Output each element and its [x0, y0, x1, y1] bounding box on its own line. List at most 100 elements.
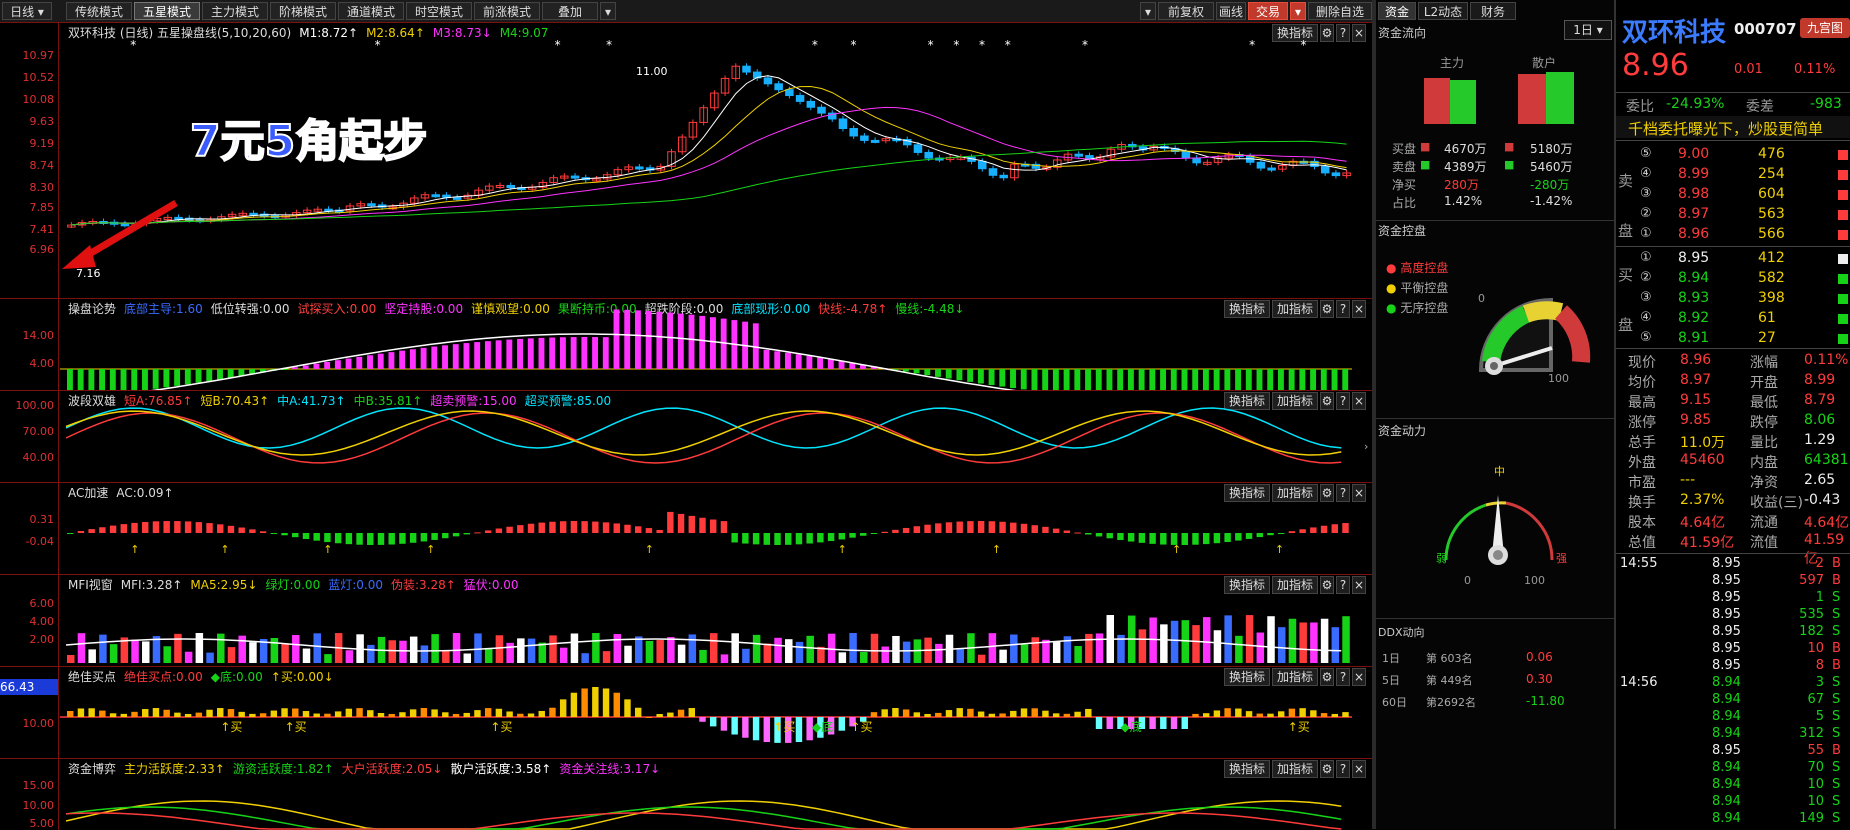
nine-grid-button[interactable]: 九宫图	[1800, 18, 1850, 38]
trade-dropdown-icon[interactable]: ▾	[1290, 2, 1306, 20]
indicator-bar	[377, 353, 384, 369]
indicator-bar	[217, 524, 224, 533]
indicator-bar	[109, 525, 117, 533]
indicator-bar	[924, 369, 931, 376]
indicator-bar	[195, 369, 202, 383]
indicator-bar	[163, 521, 170, 533]
indicator-bar	[956, 369, 963, 381]
tab-l2[interactable]: L2动态	[1418, 2, 1468, 20]
mode-rally[interactable]: 前涨模式	[474, 2, 540, 20]
indicator-bar	[431, 709, 438, 717]
stat-value: 1.29	[1804, 432, 1836, 448]
tick-price: 8.95	[1712, 624, 1741, 639]
indicator-bar	[1138, 629, 1147, 663]
flow-retail-value: 5180万	[1530, 142, 1573, 156]
mode-traditional[interactable]: 传统模式	[66, 2, 132, 20]
indicator-bar	[1031, 708, 1038, 717]
chart-toolbar: 日线 ▾ 传统模式 五星模式 主力模式 阶梯模式 通道模式 时空模式 前涨模式 …	[0, 0, 1376, 23]
indicator-bar	[645, 717, 653, 718]
overlay-dropdown-icon[interactable]: ▾	[600, 2, 616, 20]
indicator-bar	[484, 647, 493, 663]
indicator-bar	[645, 311, 652, 369]
indicator-bar	[634, 526, 642, 533]
stat-label: 涨幅	[1750, 355, 1778, 371]
candle	[120, 223, 130, 227]
collapse-arrow-icon[interactable]: ›	[1364, 440, 1372, 460]
remove-watchlist-button[interactable]: 删除自选	[1308, 2, 1372, 20]
indicator-bar	[109, 369, 116, 391]
indicator-bar	[570, 633, 579, 663]
tab-finance[interactable]: 财务	[1470, 2, 1516, 20]
indicator-bar	[195, 522, 203, 533]
bid-volume: 27	[1758, 330, 1776, 346]
indicator-bar	[1310, 369, 1317, 391]
indicator-bar	[870, 712, 878, 717]
ac-panel[interactable]: AC加速 AC:0.09↑ 换指标 加指标 ⚙? × 0.31 -0.04 ↑ ↑ ↑ ↑ ↑ ↑ ↑…	[0, 482, 1372, 575]
indicator-bar	[270, 637, 279, 663]
trend-panel[interactable]: 操盘论势 底部主导:1.60 低位转强:0.00 试探买入:0.00 坚定持股:0.00…	[0, 298, 1372, 391]
indicator-bar	[1245, 615, 1254, 663]
indicator-bar	[1160, 369, 1166, 391]
indicator-bar	[977, 521, 985, 533]
period-select[interactable]: 日线 ▾	[2, 2, 52, 20]
tab-fund[interactable]: 资金	[1378, 2, 1416, 20]
kline-panel[interactable]: 双环科技 (日线) 五星操盘线(5,10,20,60) M1:8.72↑ M2:8.…	[0, 22, 1372, 299]
mode-ladder[interactable]: 阶梯模式	[270, 2, 336, 20]
indicator-bar	[324, 533, 331, 543]
star-marker: *	[375, 38, 381, 52]
stat-value: 2.37%	[1680, 492, 1725, 508]
mode-channel[interactable]: 通道模式	[338, 2, 404, 20]
period-dropdown[interactable]: 1日 ▾	[1564, 20, 1612, 40]
candle	[506, 184, 515, 189]
high-price-label: 11.00	[636, 65, 668, 78]
buy-point-panel[interactable]: 绝佳买点 绝佳买点:0.00 ◆底:0.00 ↑买:0.00↓ 换指标 加指标 ⚙? × 1…	[0, 666, 1372, 759]
tick-price: 8.95	[1712, 658, 1741, 673]
stock-code: 000707	[1734, 20, 1797, 38]
indicator-bar	[345, 650, 354, 663]
mfi-panel[interactable]: MFI视窗 MFI:3.28↑ MA5:2.95↓ 绿灯:0.00 蓝灯:0.00 伪装:…	[0, 574, 1372, 667]
sell-side-label: 卖盘	[1618, 172, 1634, 240]
adjust-button[interactable]: 前复权	[1158, 2, 1214, 20]
overlay-button[interactable]: 叠加	[542, 2, 598, 20]
indicator-bar	[1320, 369, 1327, 391]
price-change: 0.01	[1734, 62, 1763, 77]
indicator-bar	[1331, 369, 1338, 391]
bid-level: ⑤	[1640, 330, 1652, 345]
indicator-bar	[902, 641, 911, 663]
promo-banner[interactable]: 千档委托曝光下，炒股更简单	[1628, 118, 1823, 139]
indicator-bar	[206, 369, 213, 382]
dropdown-icon[interactable]: ▾	[1140, 2, 1156, 20]
signal-marker: ↑	[645, 543, 654, 556]
signal-marker: ↑	[323, 543, 332, 556]
swing-panel[interactable]: 波段双雄 短A:76.85↑ 短B:70.43↑ 中A:41.73↑ 中B:35.81↑…	[0, 390, 1372, 483]
indicator-bar	[956, 649, 964, 663]
indicator-bar	[913, 369, 920, 374]
indicator-bar	[1224, 533, 1231, 543]
indicator-bar	[1095, 369, 1102, 391]
indicator-bar	[377, 533, 385, 545]
mode-five-star[interactable]: 五星模式	[134, 2, 200, 20]
mode-spacetime[interactable]: 时空模式	[406, 2, 472, 20]
indicator-bar	[442, 533, 449, 539]
ask-bar	[1838, 170, 1848, 180]
candle	[978, 160, 987, 170]
flow-retail-value: -1.42%	[1530, 194, 1573, 208]
indicator-bar	[1031, 369, 1038, 391]
mode-main-force[interactable]: 主力模式	[202, 2, 268, 20]
draw-line-button[interactable]: 画线	[1216, 2, 1246, 20]
indicator-bar	[302, 533, 310, 540]
stat-value: 4.64亿	[1680, 515, 1726, 531]
indicator-bar	[1020, 708, 1028, 717]
ask-price: 9.00	[1678, 146, 1710, 162]
capital-game-panel[interactable]: 资金博弈 主力活跃度:2.33↑ 游资活跃度:1.82↑ 大户活跃度:2.05↓ 散户活…	[0, 758, 1372, 830]
ask-price: 8.96	[1678, 226, 1710, 242]
indicator-bar	[1095, 533, 1103, 537]
indicator-bar	[1256, 369, 1263, 391]
indicator-bar	[409, 349, 416, 369]
indicator-bar	[1020, 644, 1029, 663]
candle	[838, 118, 848, 129]
flow-swatch-icon: ■	[1420, 158, 1431, 171]
indicator-bar	[656, 713, 663, 717]
tick-time: 14:56	[1620, 675, 1658, 690]
trade-button[interactable]: 交易	[1248, 2, 1288, 20]
